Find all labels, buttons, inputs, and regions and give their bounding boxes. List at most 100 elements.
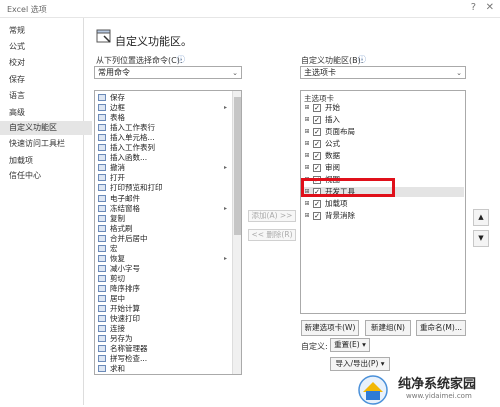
info-icon[interactable]: ⓘ [358,54,366,65]
command-list-item[interactable]: 插入工作表行 [95,123,231,132]
command-list-item[interactable]: 撤消 ▸ [95,163,231,172]
sidebar-item[interactable]: 保存 [0,73,92,87]
command-icon [98,315,106,323]
expand-icon[interactable]: ⊞ [304,129,310,135]
move-down-button[interactable]: ▼ [473,230,489,247]
expand-icon[interactable]: ⊞ [304,201,310,207]
command-label: 冻结窗格 [110,203,140,213]
command-list-item[interactable]: 降序排序 [95,284,231,293]
tab-checkbox[interactable]: ✓ [313,200,321,208]
ribbon-tab-item[interactable]: ⊞ ✓ 插入 [304,115,464,125]
reset-button[interactable]: 重置(E) ▾ [330,338,370,352]
command-list-item[interactable]: 恢复 ▸ [95,254,231,263]
tab-checkbox[interactable]: ✓ [313,128,321,136]
command-list-item[interactable]: 减小字号 [95,264,231,273]
info-icon[interactable]: ⓘ [177,54,185,65]
command-list-item[interactable]: 名称管理器 [95,344,231,353]
tab-checkbox[interactable]: ✓ [313,116,321,124]
house-icon [358,375,388,405]
tab-checkbox[interactable]: ✓ [313,152,321,160]
command-list-item[interactable]: 打印预览和打印 [95,183,231,192]
ribbon-dropdown[interactable]: 主选项卡 ⌄ [300,66,466,79]
sidebar-item[interactable]: 信任中心 [0,169,92,183]
command-list-item[interactable]: 合并后居中 [95,234,231,243]
command-list-item[interactable]: 插入单元格... [95,133,231,142]
commands-source-dropdown[interactable]: 常用命令 ⌄ [94,66,242,79]
tab-label: 背景消除 [325,211,355,220]
command-list-item[interactable]: 电子邮件 [95,194,231,203]
command-icon [98,124,106,132]
command-list-item[interactable]: 插入工作表列 [95,143,231,152]
ribbon-tab-item[interactable]: ⊞ ✓ 页面布局 [304,127,464,137]
command-icon [98,214,106,222]
ribbon-tab-item[interactable]: ⊞ ✓ 公式 [304,139,464,149]
new-group-button[interactable]: 新建组(N) [365,320,411,336]
command-list-item[interactable]: 边框 ▸ [95,103,231,112]
command-list-item[interactable]: 另存为 [95,334,231,343]
command-list-item[interactable]: 表格 [95,113,231,122]
command-list-item[interactable]: 保存 [95,93,231,102]
tab-checkbox[interactable]: ✓ [313,212,321,220]
close-icon[interactable]: ✕ [486,2,494,13]
command-list-item[interactable]: 拼写检查... [95,354,231,363]
sidebar-item[interactable]: 高级 [0,106,92,120]
command-list-item[interactable]: 快速打印 [95,314,231,323]
command-list-item[interactable]: 冻结窗格 ▸ [95,204,231,213]
command-list-item[interactable]: 插入函数... [95,153,231,162]
command-label: 保存 [110,93,125,102]
sidebar-item[interactable]: 常规 [0,24,92,38]
command-label: 格式刷 [110,223,133,233]
ribbon-tab-item[interactable]: ⊞ ✓ 审阅 [304,163,464,173]
tab-checkbox[interactable]: ✓ [313,104,321,112]
commands-list[interactable]: 保存 边框 ▸ 表格 插入工作表行 插入单元格... 插入工作表列 插入函数... 撤消 ▸ 打开打… [94,90,242,375]
command-list-item[interactable]: 打开 [95,173,231,182]
ribbon-tree[interactable]: 主选项卡 ⊞ ✓ 开始 ⊞ ✓ 插入 ⊞ ✓ 页面布局 ⊞ ✓ 公式 ⊞ ✓ 数据 ⊞ ✓ 审阅 ⊞ ✓ 视图 ⊞ ✓ 开发工… [300,90,466,314]
expand-icon[interactable]: ⊞ [304,213,310,219]
sidebar-item[interactable]: 自定义功能区 [0,121,92,135]
submenu-arrow-icon: ▸ [224,254,228,262]
command-list-item[interactable]: 开始计算 [95,304,231,313]
move-up-button[interactable]: ▲ [473,209,489,226]
expand-icon[interactable]: ⊞ [304,117,310,123]
rename-button[interactable]: 重命名(M)... [416,320,466,336]
import-export-button[interactable]: 导入/导出(P) ▾ [330,357,390,371]
command-label: 复制 [110,213,125,223]
sidebar-item[interactable]: 加载项 [0,154,92,168]
ribbon-tab-item[interactable]: ⊞ ✓ 背景消除 [304,211,464,221]
sidebar-item[interactable]: 校对 [0,56,92,70]
ribbon-dropdown-value: 主选项卡 [304,68,336,77]
ribbon-tab-item[interactable]: ⊞ ✓ 数据 [304,151,464,161]
command-label: 插入工作表列 [110,143,155,153]
chevron-down-icon: ⌄ [456,69,462,77]
add-button[interactable]: 添加(A) >> [248,210,296,222]
ribbon-tab-item[interactable]: ⊞ ✓ 开始 [304,103,464,113]
remove-button[interactable]: << 删除(R) [248,229,296,241]
command-list-item[interactable]: 居中 [95,294,231,303]
expand-icon[interactable]: ⊞ [304,165,310,171]
command-icon [98,204,106,212]
command-list-item[interactable]: 复制 [95,214,231,223]
command-list-item[interactable]: 连接 [95,324,231,333]
sidebar-item[interactable]: 公式 [0,40,92,54]
command-list-item[interactable]: 宏 [95,244,231,253]
command-icon [98,365,106,373]
expand-icon[interactable]: ⊞ [304,141,310,147]
ribbon-tab-item[interactable]: ⊞ ✓ 加载项 [304,199,464,209]
command-list-item[interactable]: 剪切 [95,274,231,283]
commands-scrollbar[interactable] [232,91,241,374]
window-title: Excel 选项 [7,5,47,14]
sidebar-item[interactable]: 快速访问工具栏 [0,137,92,151]
command-label: 开始计算 [110,304,140,314]
help-icon[interactable]: ? [471,2,476,13]
tab-checkbox[interactable]: ✓ [313,164,321,172]
expand-icon[interactable]: ⊞ [304,153,310,159]
scroll-thumb[interactable] [234,97,241,235]
expand-icon[interactable]: ⊞ [304,105,310,111]
tab-checkbox[interactable]: ✓ [313,140,321,148]
command-list-item[interactable]: 格式刷 [95,224,231,233]
command-icon [98,234,106,242]
command-label: 降序排序 [110,283,140,293]
command-list-item[interactable]: 求和 [95,364,231,373]
new-tab-button[interactable]: 新建选项卡(W) [301,320,359,336]
sidebar-item[interactable]: 语言 [0,89,92,103]
